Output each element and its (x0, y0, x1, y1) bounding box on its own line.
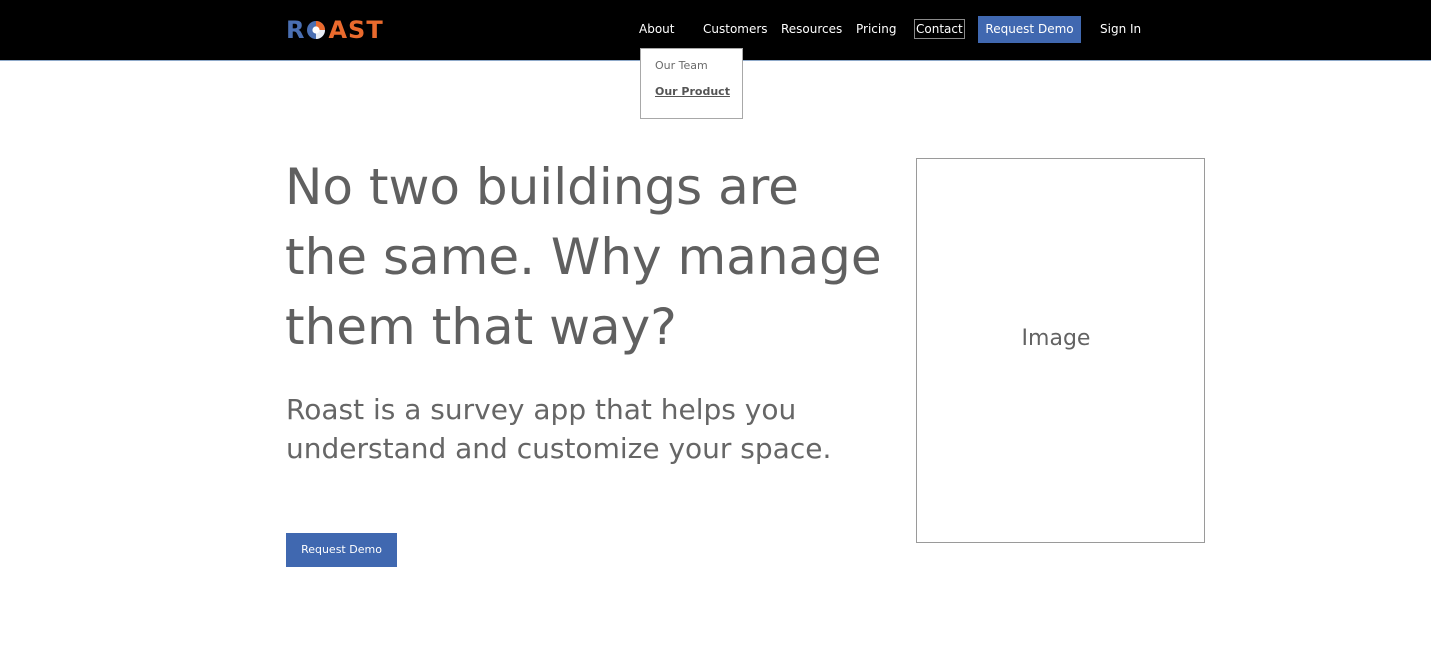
logo-letters-ast: AST (328, 16, 384, 44)
nav-customers[interactable]: Customers (703, 20, 768, 38)
nav-resources[interactable]: Resources (781, 20, 842, 38)
image-placeholder-label: Image (1021, 326, 1091, 351)
menu-item-our-product[interactable]: Our Product (655, 85, 730, 98)
sign-in-link[interactable]: Sign In (1100, 20, 1141, 38)
pie-chart-o-icon (307, 21, 326, 39)
hero-image-placeholder: Image (916, 158, 1205, 543)
nav-contact[interactable]: Contact (914, 19, 965, 39)
nav-pricing[interactable]: Pricing (856, 20, 896, 38)
about-dropdown-menu: Our Team Our Product (640, 48, 743, 119)
request-demo-button[interactable]: Request Demo (978, 16, 1081, 43)
hero-headline: No two buildings are the same. Why manag… (285, 158, 882, 356)
hero-request-demo-button[interactable]: Request Demo (286, 533, 397, 567)
roast-logo[interactable]: R AST (286, 17, 384, 43)
logo-letter-r: R (286, 16, 306, 44)
hero-subheadline: Roast is a survey app that helps you und… (286, 393, 832, 465)
nav-about[interactable]: About (639, 20, 674, 38)
menu-item-our-team[interactable]: Our Team (655, 59, 708, 72)
